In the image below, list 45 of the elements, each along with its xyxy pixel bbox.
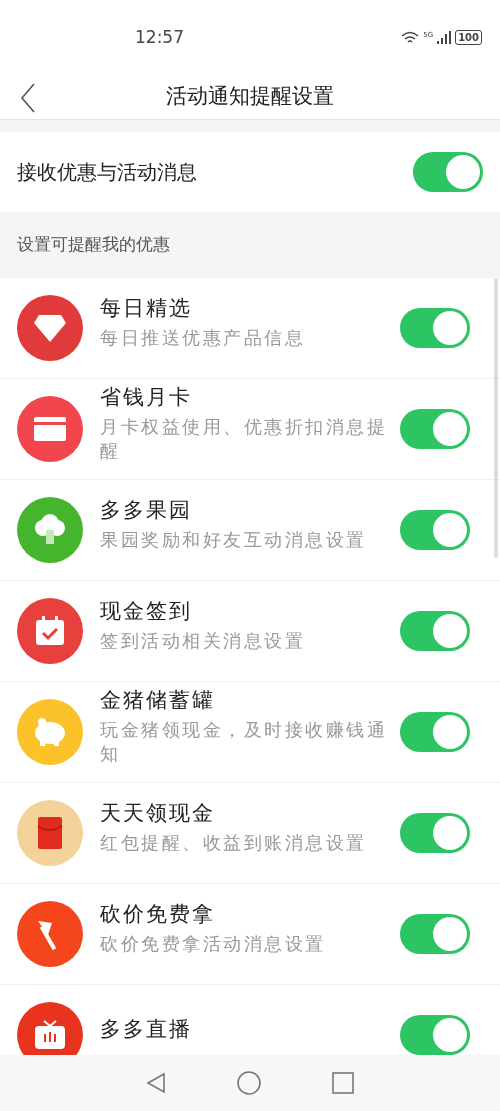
item-title: 砍价免费拿 — [100, 900, 216, 928]
nav-back-button[interactable] — [145, 1072, 166, 1094]
home-button[interactable] — [237, 1071, 261, 1095]
item-title: 现金签到 — [100, 597, 193, 625]
toggle-switch[interactable] — [400, 308, 470, 348]
item-description: 果园奖励和好友互动消息设置 — [100, 527, 368, 552]
piggy-bank-icon — [32, 718, 68, 746]
toggle-switch[interactable] — [400, 813, 470, 853]
setting-label: 接收优惠与活动消息 — [17, 159, 197, 186]
status-time: 12:57 — [135, 25, 184, 49]
circle-icon — [237, 1071, 261, 1095]
page-title: 活动通知提醒设置 — [166, 83, 334, 111]
battery-indicator: 100 — [455, 30, 482, 45]
diamond-icon — [33, 313, 67, 343]
tv-icon — [33, 1020, 67, 1050]
section-title: 设置可提醒我的优惠 — [17, 233, 170, 257]
item-description: 签到活动相关消息设置 — [100, 628, 306, 653]
square-icon — [332, 1072, 355, 1094]
item-title: 每日精选 — [100, 294, 193, 322]
tree-icon — [33, 514, 67, 546]
toggle-switch[interactable] — [400, 914, 470, 954]
card-icon — [33, 416, 67, 442]
item-description: 红包提醒、收益到账消息设置 — [100, 830, 368, 855]
wifi-icon — [401, 30, 420, 45]
item-description: 每日推送优惠产品信息 — [100, 325, 306, 350]
item-title: 省钱月卡 — [100, 383, 193, 411]
item-title: 多多直播 — [100, 1015, 193, 1043]
item-description: 月卡权益使用、优惠折扣消息提醒 — [100, 414, 388, 463]
item-description: 砍价免费拿活动消息设置 — [100, 931, 327, 956]
item-title: 金猪储蓄罐 — [100, 686, 216, 714]
triangle-icon — [145, 1072, 166, 1094]
toggle-switch[interactable] — [400, 409, 470, 449]
toggle-switch[interactable] — [413, 152, 483, 192]
item-title: 多多果园 — [100, 496, 193, 524]
recents-button[interactable] — [332, 1072, 355, 1094]
toggle-switch[interactable] — [400, 712, 470, 752]
signal-icon — [437, 31, 452, 44]
item-title: 天天领现金 — [100, 799, 216, 827]
toggle-switch[interactable] — [400, 510, 470, 550]
envelope-icon — [37, 816, 63, 850]
calendar-icon — [34, 615, 66, 647]
back-icon — [20, 83, 36, 113]
toggle-switch[interactable] — [400, 1015, 470, 1055]
item-description: 玩金猪领现金，及时接收赚钱通知 — [100, 717, 388, 766]
toggle-switch[interactable] — [400, 611, 470, 651]
